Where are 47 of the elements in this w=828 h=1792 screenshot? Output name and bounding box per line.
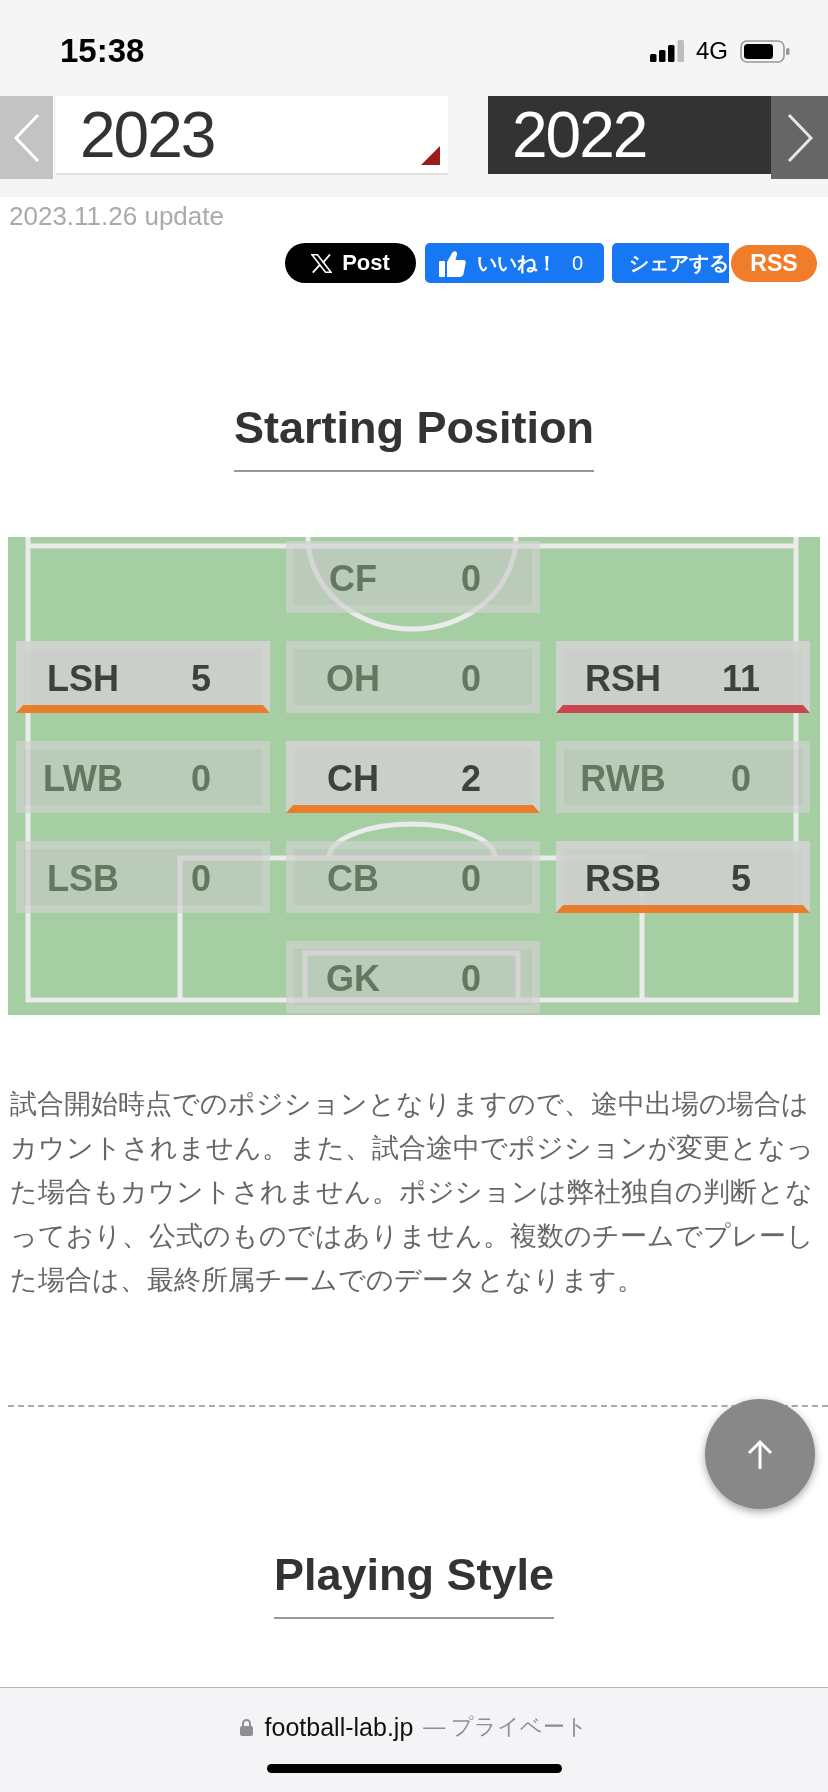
lock-icon: [239, 1718, 253, 1736]
position-label: CH: [326, 757, 380, 799]
position-count: 11: [720, 657, 762, 699]
position-label: RSH: [584, 657, 662, 699]
thumbs-up-icon: [439, 249, 466, 277]
position-label: GK: [325, 957, 381, 999]
share-button[interactable]: Post: [285, 243, 416, 283]
private-mode-label: — プライベート: [423, 1713, 589, 1741]
position-count: 0: [460, 657, 482, 699]
x-logo-icon: [311, 253, 333, 273]
position-count: 5: [730, 857, 752, 899]
position-label: RWB: [579, 757, 667, 799]
address-text[interactable]: football-lab.jp: [264, 1711, 414, 1743]
position-label: CB: [326, 857, 380, 899]
position-label: LSH: [46, 657, 120, 699]
position-count: 5: [190, 657, 212, 699]
chevron-right-icon: [786, 112, 813, 163]
year-tab[interactable]: 2022: [488, 96, 771, 174]
note-paragraph: 試合開始時点でのポジションとなりますので、途中出場の場合はカウントされません。また、試合途中でポジションが変更となった場合もカウントされません。ポジションは弊社独自の判断となっており、公式のものではありません。複数のチームでプレーした場合は、最終所属チームでのデータとなります。: [9, 1088, 815, 1297]
position-count: 0: [460, 957, 482, 999]
status-time: 15:38: [60, 32, 145, 70]
update-date: 2023.11.26 update: [9, 200, 224, 232]
like-count: 0: [572, 251, 584, 275]
network-type: 4G: [696, 37, 728, 65]
position-label: LSB: [46, 857, 120, 899]
arrow-up-icon: [747, 1439, 773, 1469]
position-label: RSB: [584, 857, 662, 899]
share-button[interactable]: シェアする: [612, 243, 729, 283]
position-label: OH: [325, 657, 381, 699]
position-count: 0: [190, 857, 212, 899]
scroll-to-top-button[interactable]: [705, 1399, 815, 1509]
position-label: CF: [328, 557, 378, 599]
position-count: 2: [460, 757, 482, 799]
year-select[interactable]: 2023: [56, 96, 448, 175]
battery-icon: [740, 39, 790, 63]
chevron-left-icon: [13, 112, 40, 163]
section-title: Starting Position: [234, 402, 594, 472]
position-count: 0: [190, 757, 212, 799]
position-count: 0: [730, 757, 752, 799]
position-count: 0: [460, 857, 482, 899]
dropdown-corner-icon: [421, 146, 440, 165]
signal-icon: [650, 40, 684, 62]
position-label: LWB: [42, 757, 124, 799]
position-count: 0: [460, 557, 482, 599]
share-button[interactable]: いいね！ 0: [425, 243, 604, 283]
next-year-button[interactable]: [771, 96, 828, 179]
section-title: Playing Style: [273, 1549, 555, 1619]
